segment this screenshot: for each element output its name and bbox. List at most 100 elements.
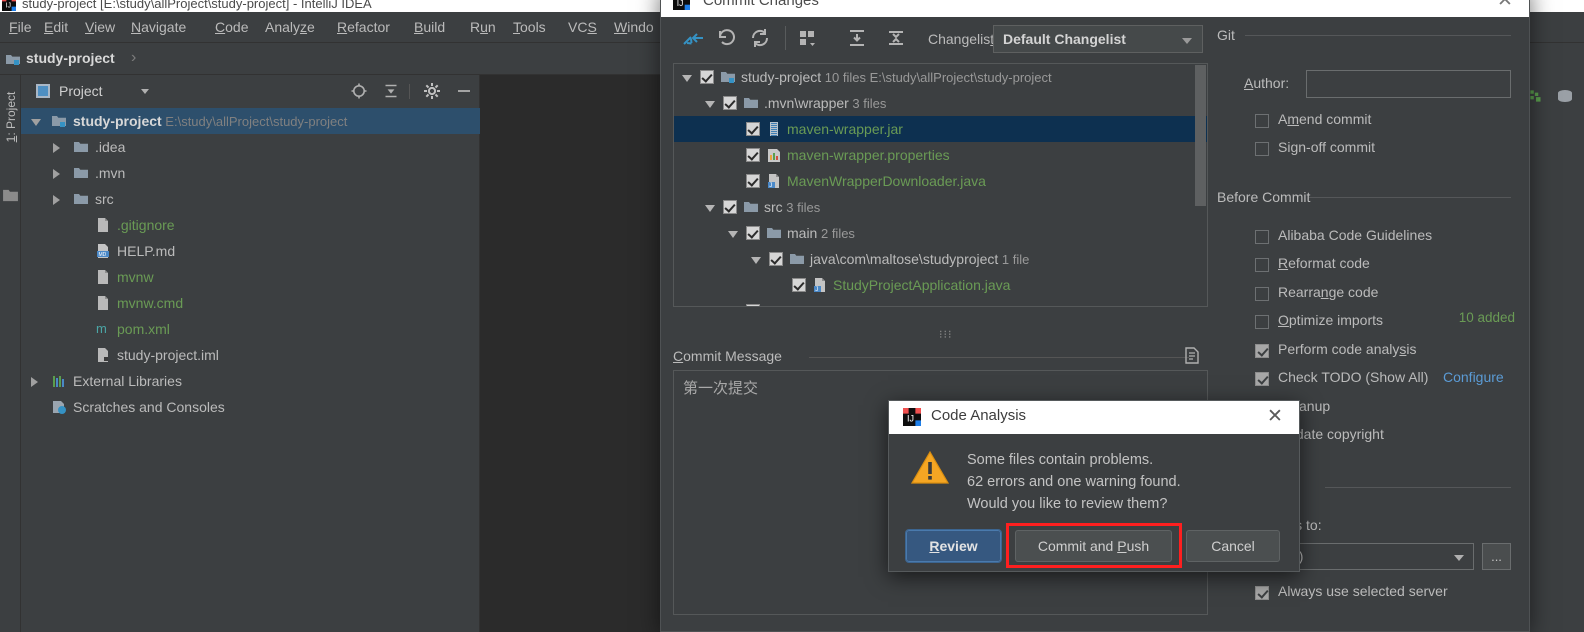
chevron-right-icon[interactable]: [31, 377, 38, 387]
menu-item-code[interactable]: Code: [212, 18, 251, 36]
project-module-icon: [6, 55, 20, 65]
menu-item-build[interactable]: Build: [411, 18, 448, 36]
section-divider: [1309, 197, 1511, 198]
splitter-handle[interactable]: ⁝⁝⁝: [939, 328, 953, 341]
checkbox-box: [1255, 315, 1269, 329]
file-checkbox[interactable]: [746, 122, 760, 136]
review-button[interactable]: Review: [905, 529, 1002, 563]
project-tree-label: External Libraries: [73, 373, 182, 389]
chevron-down-icon[interactable]: [705, 205, 715, 212]
menu-item-analyze[interactable]: Analyze: [262, 18, 318, 36]
project-tree-row[interactable]: study-project.iml: [21, 342, 480, 368]
project-tree[interactable]: study-project E:\study\allProject\study-…: [21, 108, 480, 632]
changelist-label: Changelist:: [928, 31, 998, 47]
chevron-down-icon[interactable]: [751, 257, 761, 264]
collapse-all-icon[interactable]: [885, 28, 907, 48]
expand-all-icon[interactable]: [846, 28, 868, 48]
checkbox-label: Check TODO (Show All): [1278, 369, 1429, 385]
project-module-icon: [52, 116, 66, 127]
project-tree-row[interactable]: .gitignore: [21, 212, 480, 238]
group-by-icon[interactable]: [797, 28, 819, 48]
author-input[interactable]: [1306, 70, 1511, 98]
chevron-down-icon[interactable]: [31, 119, 41, 131]
menu-item-vcs[interactable]: VCS: [565, 18, 600, 36]
changed-files-tree[interactable]: study-project 10 files E:\study\allProje…: [673, 63, 1208, 307]
menu-item-refactor[interactable]: Refactor: [334, 18, 393, 36]
cancel-button: Cancel: [1186, 530, 1280, 562]
breadcrumb[interactable]: study-project: [26, 50, 115, 66]
menu-item-tools[interactable]: Tools: [510, 18, 549, 36]
browse-server-button[interactable]: ...: [1482, 543, 1511, 570]
chevron-down-icon[interactable]: [705, 101, 715, 108]
git-section-title: Git: [1217, 27, 1235, 43]
file-checkbox[interactable]: [700, 70, 714, 84]
menu-item-window[interactable]: Windo: [611, 18, 657, 36]
changed-file-row[interactable]: main 2 files: [674, 220, 1207, 246]
project-tree-path: E:\study\allProject\study-project: [161, 114, 348, 129]
project-tree-label: src: [95, 191, 114, 207]
project-tree-row[interactable]: External Libraries: [21, 368, 480, 394]
changed-file-row[interactable]: J MavenWrapperDownloader.java: [674, 168, 1207, 194]
menu-item-edit[interactable]: Edit: [41, 18, 71, 36]
database-icon[interactable]: [1555, 87, 1575, 105]
file-icon: [98, 218, 108, 232]
changed-file-row-partial[interactable]: [674, 298, 1207, 306]
project-tree-row[interactable]: mvnw: [21, 264, 480, 290]
changed-file-row[interactable]: .mvn\wrapper 3 files: [674, 90, 1207, 116]
chevron-right-icon[interactable]: [53, 169, 60, 179]
changelist-dropdown[interactable]: Default Changelist: [993, 25, 1203, 53]
project-tree-label: study-project.iml: [117, 347, 219, 363]
svg-text:IJ: IJ: [677, 0, 684, 8]
code-analysis-message: Some files contain problems. 62 errors a…: [967, 449, 1181, 515]
menu-item-view[interactable]: View: [82, 18, 118, 36]
project-tree-row[interactable]: .idea: [21, 134, 480, 160]
changed-file-row[interactable]: src 3 files: [674, 194, 1207, 220]
changed-file-row[interactable]: maven-wrapper.jar: [674, 116, 1207, 142]
chevron-down-icon[interactable]: [141, 89, 149, 94]
project-tree-row[interactable]: .mvn: [21, 160, 480, 186]
project-tree-label: Scratches and Consoles: [73, 399, 225, 415]
project-module-icon: [721, 72, 735, 83]
file-checkbox[interactable]: [746, 174, 760, 188]
tool-window-tab-project[interactable]: 1: Project: [4, 84, 18, 150]
file-checkbox[interactable]: [723, 200, 737, 214]
tree-scrollbar[interactable]: [1195, 65, 1206, 306]
file-checkbox[interactable]: [746, 304, 760, 306]
chevron-down-icon[interactable]: [682, 75, 692, 82]
changed-file-row[interactable]: study-project 10 files E:\study\allProje…: [674, 64, 1207, 90]
configure-link[interactable]: Configure: [1443, 369, 1504, 385]
project-tree-row[interactable]: Scratches and Consoles: [21, 394, 480, 420]
changed-file-row[interactable]: java\com\maltose\studyproject 1 file: [674, 246, 1207, 272]
changelist-value: Default Changelist: [1003, 31, 1126, 47]
project-tree-row[interactable]: mvnw.cmd: [21, 290, 480, 316]
show-diff-icon[interactable]: [683, 28, 705, 48]
chevron-right-icon[interactable]: [53, 195, 60, 205]
file-checkbox[interactable]: [769, 252, 783, 266]
menu-item-file[interactable]: File: [6, 18, 35, 36]
file-checkbox[interactable]: [792, 278, 806, 292]
project-tree-row[interactable]: study-project E:\study\allProject\study-…: [21, 108, 480, 134]
revert-icon[interactable]: [716, 28, 738, 48]
file-checkbox[interactable]: [746, 226, 760, 240]
changed-file-row[interactable]: maven-wrapper.properties: [674, 142, 1207, 168]
file-checkbox[interactable]: [746, 148, 760, 162]
checkbox-box: [1255, 114, 1269, 128]
refresh-icon[interactable]: [749, 28, 771, 48]
project-tree-row[interactable]: m pom.xml: [21, 316, 480, 342]
project-tree-row[interactable]: MD HELP.md: [21, 238, 480, 264]
project-tree-row[interactable]: src: [21, 186, 480, 212]
tree-scrollbar-thumb[interactable]: [1195, 65, 1206, 206]
close-icon[interactable]: ✕: [1265, 407, 1285, 427]
gear-icon[interactable]: [423, 82, 441, 100]
chevron-down-icon[interactable]: [728, 231, 738, 238]
hide-icon[interactable]: [455, 82, 473, 100]
changed-file-row[interactable]: J StudyProjectApplication.java: [674, 272, 1207, 298]
file-checkbox[interactable]: [723, 96, 737, 110]
locate-icon[interactable]: [350, 82, 368, 100]
collapse-all-icon[interactable]: [382, 82, 400, 100]
commit-history-icon[interactable]: [1184, 347, 1201, 364]
menu-item-navigate[interactable]: Navigate: [128, 18, 189, 36]
close-icon[interactable]: ✕: [1495, 0, 1515, 12]
chevron-right-icon[interactable]: [53, 143, 60, 153]
menu-item-run[interactable]: Run: [467, 18, 499, 36]
